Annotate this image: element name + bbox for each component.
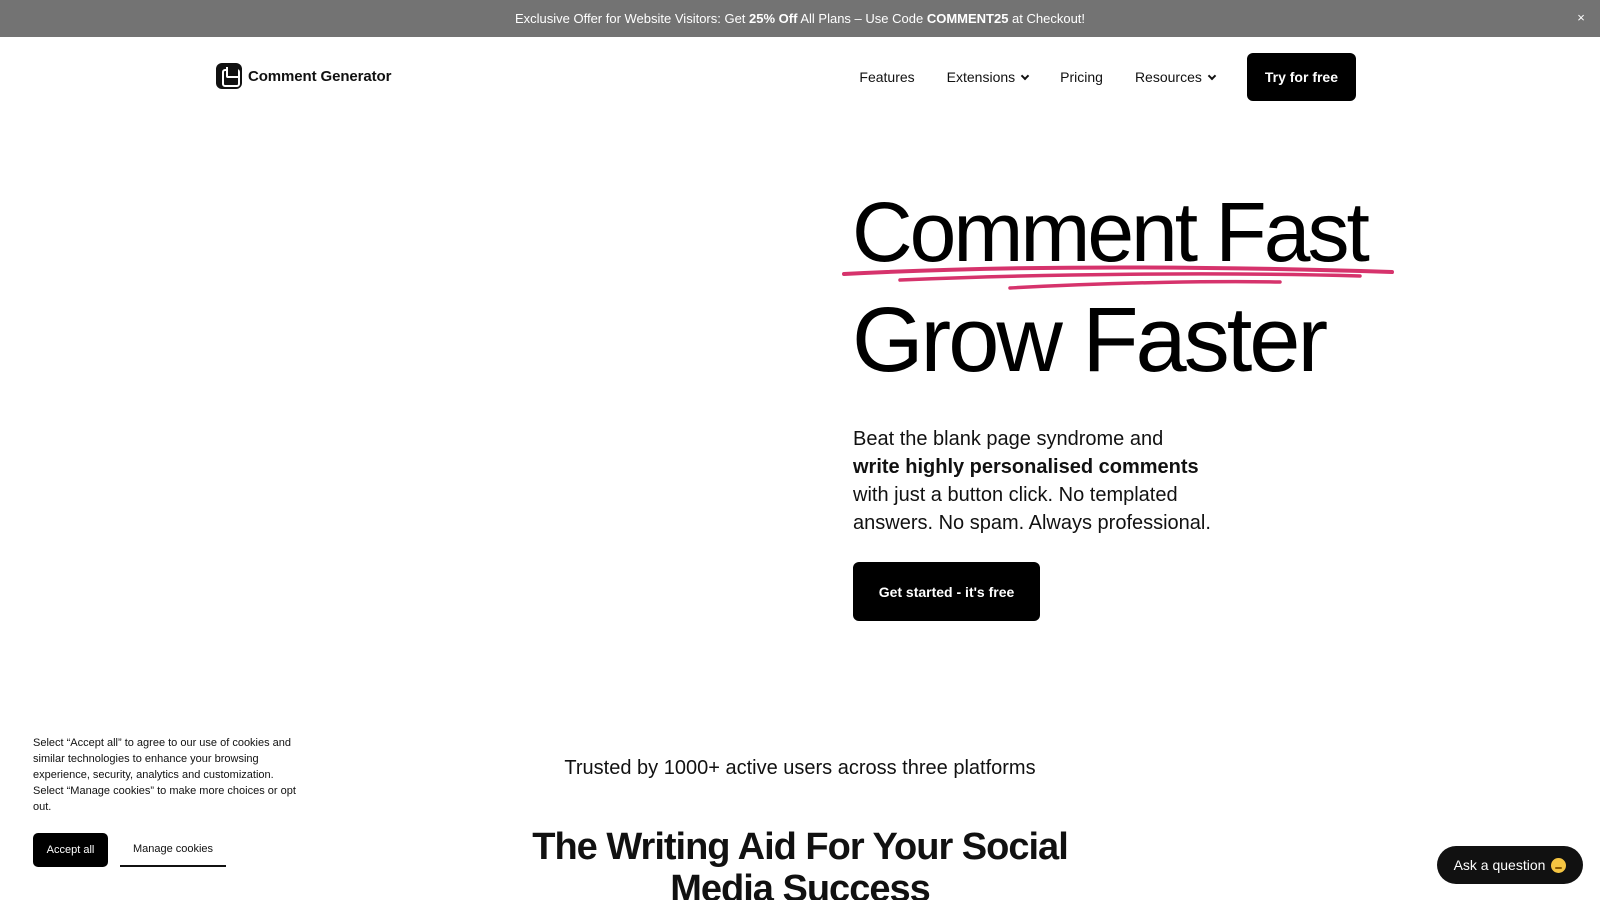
promo-suffix: at Checkout! (1008, 11, 1086, 26)
hero-line-2: Grow Faster (852, 289, 1328, 391)
nav-pricing[interactable]: Pricing (1060, 69, 1103, 85)
nav-features-label: Features (859, 69, 915, 85)
logo-text: Comment Generator (248, 67, 392, 85)
nav-features[interactable]: Features (859, 69, 914, 85)
cookie-text: Select “Accept all” to agree to our use … (33, 737, 296, 813)
ask-question-label: Ask a question (1453, 857, 1546, 873)
promo-discount: 25% Off (749, 11, 798, 26)
hero-subtitle-part-2: with just a button click. No templated a… (853, 484, 1211, 534)
chevron-down-icon (1207, 71, 1217, 80)
main-nav: Features Extensions Pricing Resources Tr… (859, 53, 1356, 101)
promo-text: Exclusive Offer for Website Visitors: Ge… (515, 11, 1085, 26)
site-header: Comment Generator Features Extensions Pr… (0, 37, 1600, 117)
promo-middle: All Plans – Use Code (797, 11, 927, 26)
manage-cookies-button[interactable]: Manage cookies (120, 833, 226, 867)
promo-banner: Exclusive Offer for Website Visitors: Ge… (0, 0, 1600, 37)
underline-scribble (842, 265, 1394, 290)
logo[interactable]: Comment Generator (216, 63, 391, 89)
nav-extensions-label: Extensions (946, 69, 1016, 85)
chevron-down-icon (1020, 71, 1030, 80)
hero-subtitle-bold: write highly personalised comments (853, 456, 1199, 478)
nav-resources[interactable]: Resources (1134, 69, 1217, 85)
section-title: The Writing Aid For Your Social Media Su… (532, 826, 1069, 900)
promo-code: COMMENT25 (926, 11, 1009, 26)
try-for-free-button[interactable]: Try for free (1246, 53, 1356, 101)
get-started-button[interactable]: Get started - it's free (853, 562, 1040, 621)
close-icon[interactable]: × (1570, 6, 1592, 28)
nav-resources-label: Resources (1134, 69, 1202, 85)
hero-subtitle: Beat the blank page syndrome and write h… (853, 425, 1253, 537)
logo-icon (216, 63, 242, 89)
thinking-face-icon (1551, 857, 1567, 873)
nav-pricing-label: Pricing (1060, 69, 1103, 85)
accept-all-button[interactable]: Accept all (33, 833, 108, 867)
promo-prefix: Exclusive Offer for Website Visitors: Ge… (514, 11, 750, 26)
nav-extensions[interactable]: Extensions (946, 69, 1030, 85)
hero-subtitle-part-1: Beat the blank page syndrome and (853, 428, 1164, 450)
ask-question-button[interactable]: Ask a question (1437, 846, 1583, 884)
